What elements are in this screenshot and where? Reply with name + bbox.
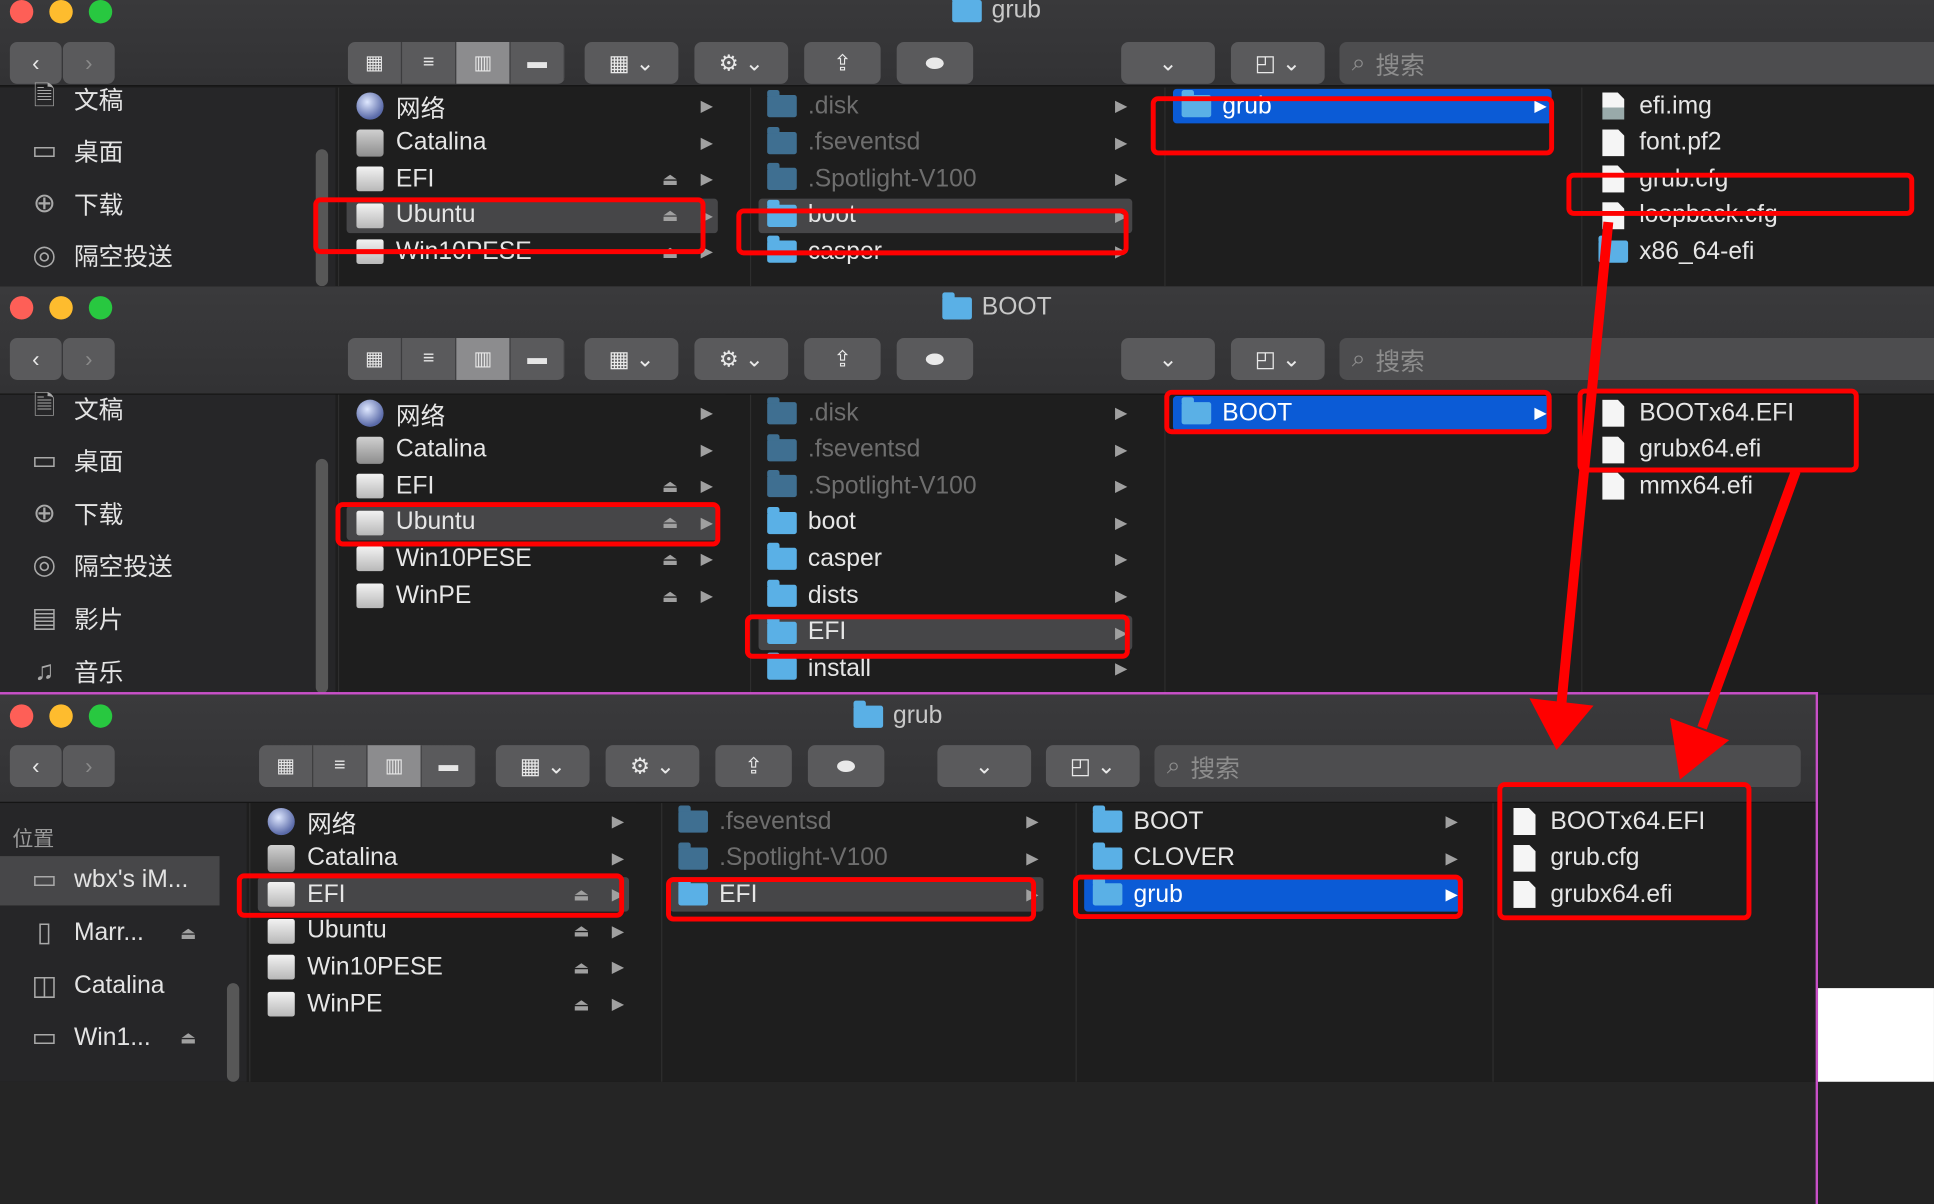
arrow-head [1670,717,1730,780]
arrow-line [1556,221,1614,704]
arrow-line [1697,469,1801,730]
arrow-head [1529,698,1594,751]
annotation-arrows [1529,221,1801,780]
screenshot-canvas: grub ‹ › ▦ ≡ ▥ ▬ ▦ ⌄ ⚙ ⌄ ⇪ ⬬ ⌄ ◰ ⌄ ⌕ 搜索 🗎 文稿 … [0,0,1934,1204]
